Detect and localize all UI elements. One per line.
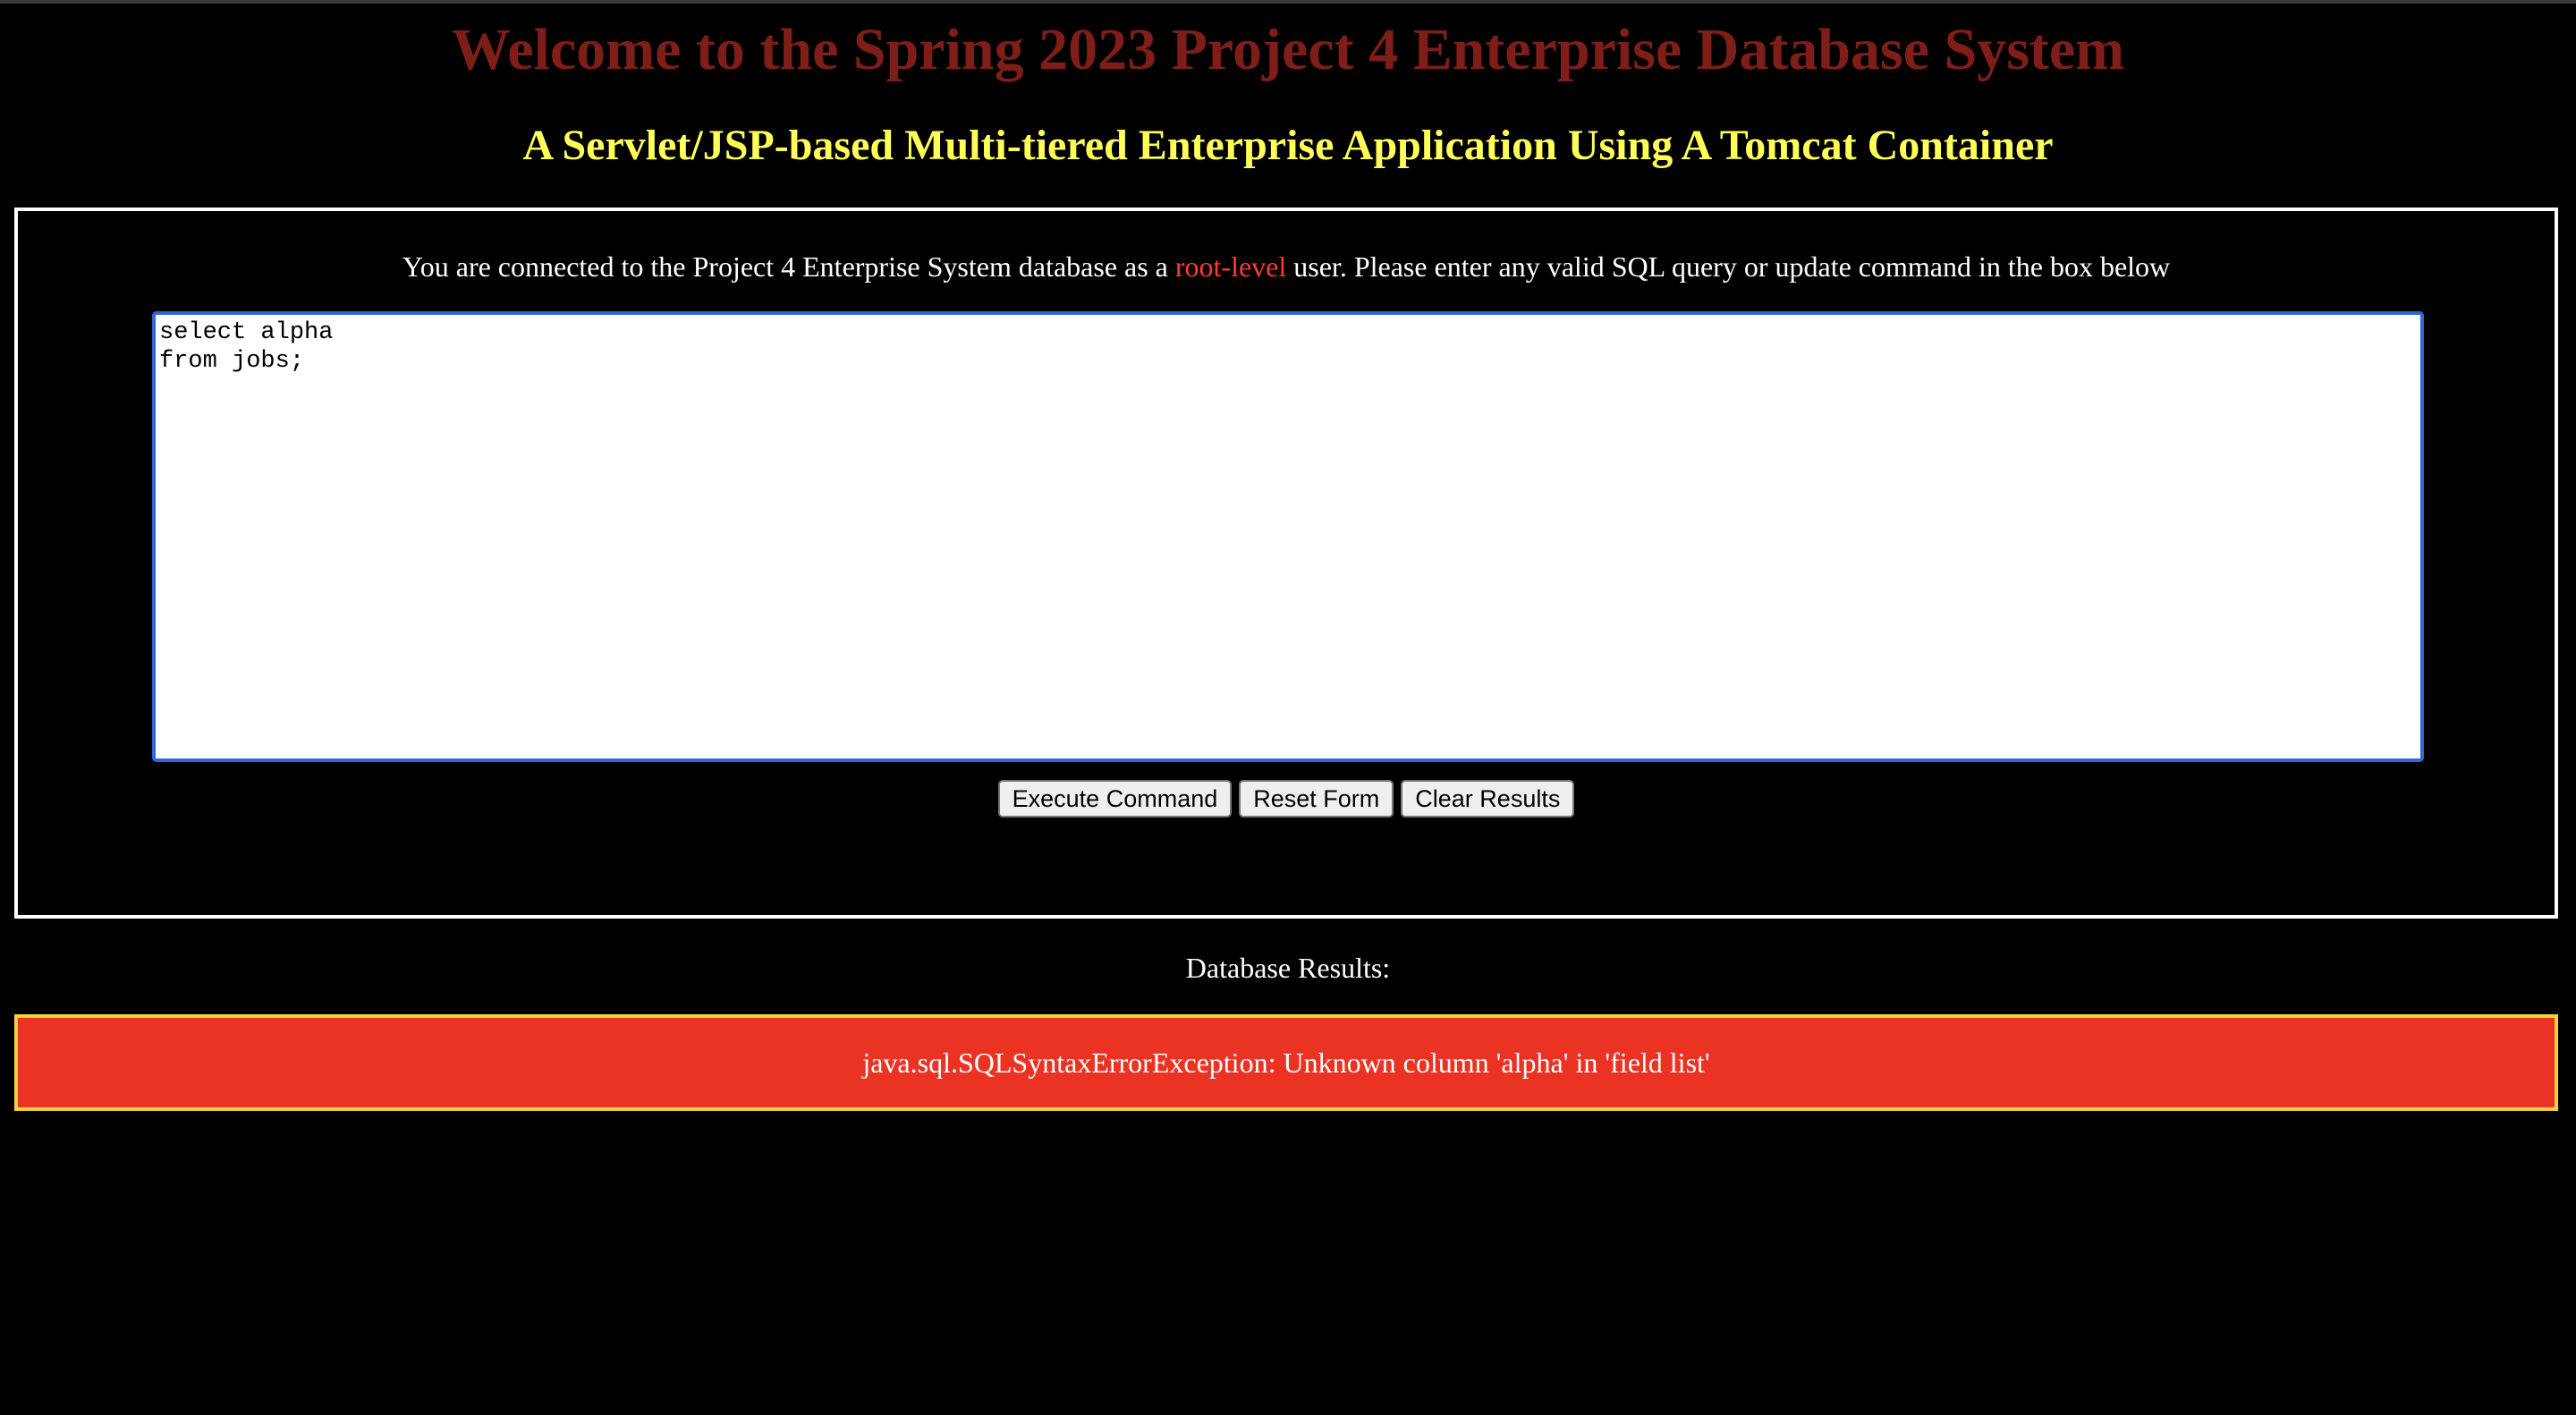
user-level-label: root-level bbox=[1174, 250, 1287, 283]
reset-form-button[interactable]: Reset Form bbox=[1239, 780, 1394, 818]
button-row: Execute Command Reset Form Clear Results bbox=[18, 780, 2555, 818]
error-message: java.sql.SQLSyntaxErrorException: Unknow… bbox=[862, 1046, 1710, 1079]
clear-results-button[interactable]: Clear Results bbox=[1401, 780, 1575, 818]
sql-command-input[interactable]: select alpha from jobs; bbox=[152, 311, 2424, 762]
query-panel: You are connected to the Project 4 Enter… bbox=[14, 208, 2558, 919]
connection-info-suffix: user. Please enter any valid SQL query o… bbox=[1286, 250, 2171, 283]
error-message-box: java.sql.SQLSyntaxErrorException: Unknow… bbox=[14, 1014, 2558, 1111]
execute-command-button[interactable]: Execute Command bbox=[997, 780, 1233, 818]
page-title: Welcome to the Spring 2023 Project 4 Ent… bbox=[451, 17, 2125, 82]
window-top-border bbox=[0, 0, 2576, 4]
results-label: Database Results: bbox=[1185, 952, 1391, 984]
page-subtitle: A Servlet/JSP-based Multi-tiered Enterpr… bbox=[522, 122, 2054, 169]
connection-info: You are connected to the Project 4 Enter… bbox=[18, 247, 2555, 286]
connection-info-prefix: You are connected to the Project 4 Enter… bbox=[402, 250, 1175, 283]
